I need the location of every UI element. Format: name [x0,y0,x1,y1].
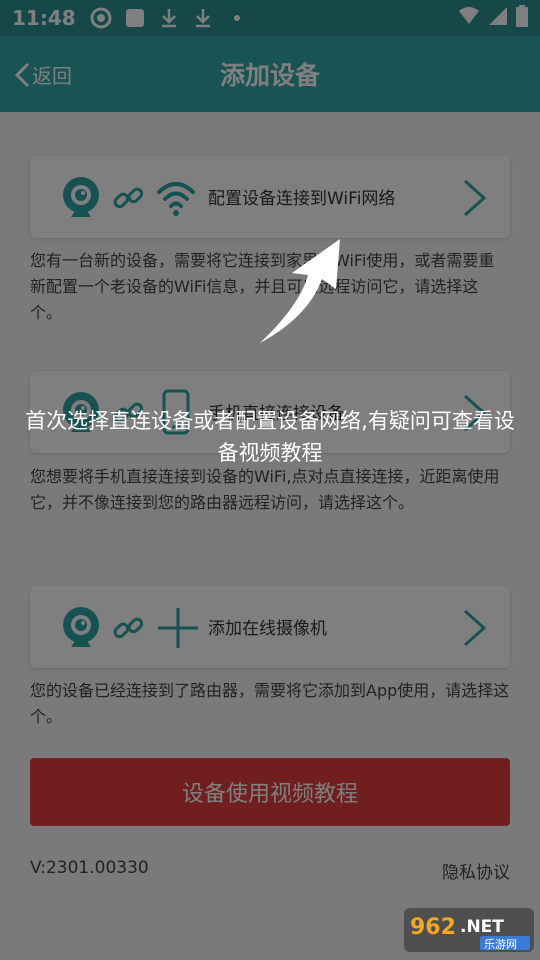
guide-message: 首次选择直连设备或者配置设备网络,有疑问可查看设备视频教程 [25,409,515,465]
svg-text:962: 962 [410,915,456,940]
svg-text:乐游网: 乐游网 [484,938,517,951]
watermark-logo: 962 .NET 乐游网 [404,908,534,952]
svg-text:.NET: .NET [460,917,504,937]
guide-overlay[interactable] [0,0,540,960]
guide-arrow-icon [260,239,340,343]
